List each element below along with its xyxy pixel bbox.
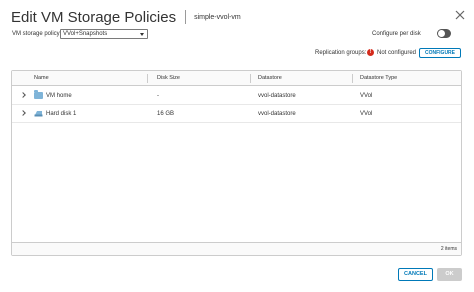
disk-icon [34,111,43,117]
dialog-title: Edit VM Storage Policies [11,8,177,26]
dialog-header: Edit VM Storage Policies simple-vvol-vm [11,8,241,26]
column-divider[interactable] [352,74,353,83]
chevron-right-icon[interactable] [20,110,26,116]
cancel-button[interactable]: CANCEL [398,268,433,281]
ok-button[interactable]: OK [437,268,462,281]
table-header: Name Disk Size Datastore Datastore Type [12,71,461,86]
column-header-name[interactable]: Name [34,75,49,81]
column-header-disk-size[interactable]: Disk Size [157,75,180,81]
disk-table: Name Disk Size Datastore Datastore Type … [11,70,462,256]
table-row[interactable]: VM home - vvol-datastore VVol [12,87,461,105]
policy-select-value: VVol+Snapshots [63,31,108,37]
row-disk-size: 16 GB [157,111,175,117]
row-datastore: vvol-datastore [258,111,296,117]
table-footer: 2 items [12,242,461,255]
column-divider[interactable] [147,74,148,83]
row-name: Hard disk 1 [46,111,77,117]
items-count: 2 items [440,246,457,252]
column-header-datastore-type[interactable]: Datastore Type [360,75,397,81]
toggle-knob [438,30,445,37]
row-datastore-type: VVol [360,111,373,117]
policy-select[interactable]: VVol+Snapshots [60,29,148,39]
row-disk-size: - [157,93,159,99]
folder-icon [34,90,43,99]
row-name: VM home [46,93,72,99]
column-divider[interactable] [250,74,251,83]
table-row[interactable]: Hard disk 1 16 GB vvol-datastore VVol [12,105,461,123]
replication-groups-label: Replication groups: [315,50,367,56]
error-icon: ! [367,49,374,56]
dialog-subtitle: simple-vvol-vm [194,13,241,21]
close-icon[interactable] [454,9,466,21]
chevron-down-icon [140,33,144,36]
configure-button[interactable]: CONFIGURE [419,48,461,58]
row-datastore-type: VVol [360,93,373,99]
title-divider [185,10,187,24]
column-header-datastore[interactable]: Datastore [258,75,282,81]
chevron-right-icon[interactable] [20,92,26,98]
configure-per-disk-label: Configure per disk [372,31,421,37]
replication-status: Not configured [377,50,417,56]
row-datastore: vvol-datastore [258,93,296,99]
policy-label: VM storage policy [12,31,60,37]
configure-per-disk-toggle[interactable] [437,29,451,38]
